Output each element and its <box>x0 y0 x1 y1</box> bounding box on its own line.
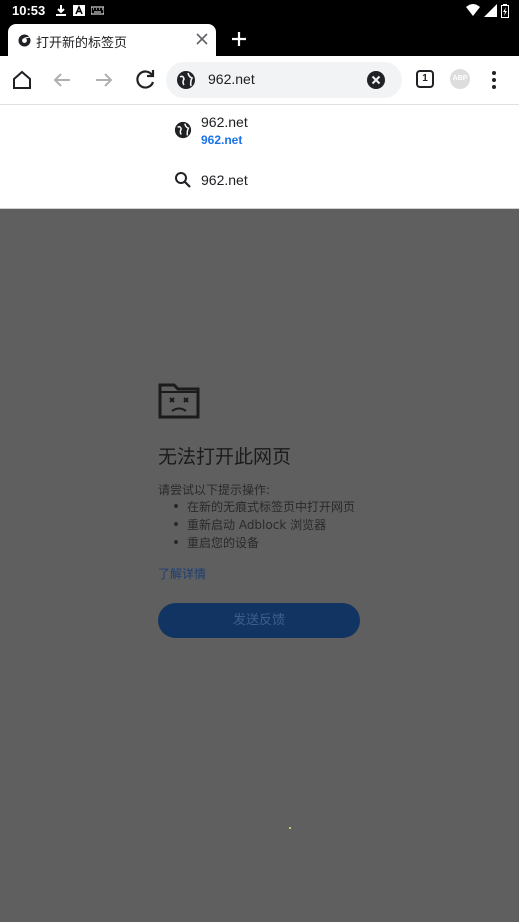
error-page: 无法打开此网页 请尝试以下提示操作: 在新的无痕式标签页中打开网页 重新启动 A… <box>0 209 519 922</box>
a-icon <box>73 5 85 16</box>
error-heading: 无法打开此网页 <box>158 446 292 468</box>
tab-title: 打开新的标签页 <box>36 36 128 51</box>
omnibox-suggestions: 962.net 962.net 962.net <box>0 104 519 209</box>
globe-icon <box>174 121 192 139</box>
back-icon[interactable] <box>50 68 74 92</box>
error-tip: 重启您的设备 <box>172 534 355 552</box>
error-tip: 重新启动 Adblock 浏览器 <box>172 516 355 534</box>
stray-pixel <box>289 827 291 829</box>
more-menu-icon[interactable] <box>486 68 502 92</box>
suggestion-item[interactable]: 962.net 962.net <box>0 105 519 163</box>
close-icon[interactable] <box>196 33 208 45</box>
keyboard-icon <box>91 6 104 15</box>
forward-icon[interactable] <box>92 68 116 92</box>
omnibox[interactable]: 962.net <box>166 62 402 98</box>
tab-current[interactable]: 打开新的标签页 <box>8 24 216 56</box>
status-system-icons <box>466 4 509 18</box>
globe-icon <box>177 71 195 89</box>
signal-icon <box>484 4 497 17</box>
abp-icon[interactable]: ABP <box>450 69 470 89</box>
new-tab-icon[interactable] <box>230 30 248 48</box>
tab-strip: 打开新的标签页 <box>0 22 519 56</box>
error-tip: 在新的无痕式标签页中打开网页 <box>172 498 355 516</box>
status-bar: 10:53 <box>0 0 519 22</box>
status-time: 10:53 <box>12 3 46 18</box>
search-icon <box>175 172 191 188</box>
status-notification-icons <box>55 4 104 17</box>
learn-more-link[interactable]: 了解详情 <box>158 565 206 582</box>
reload-icon[interactable] <box>134 68 158 92</box>
error-suggestion-intro: 请尝试以下提示操作: <box>158 483 271 497</box>
battery-icon <box>501 4 509 18</box>
suggestion-title: 962.net <box>201 114 248 130</box>
send-feedback-button[interactable]: 发送反馈 <box>158 603 360 638</box>
error-tips-list: 在新的无痕式标签页中打开网页 重新启动 Adblock 浏览器 重启您的设备 <box>172 498 355 552</box>
chrome-icon <box>18 34 31 47</box>
wifi-icon <box>466 4 480 16</box>
suggestion-title: 962.net <box>201 172 248 188</box>
download-icon <box>56 5 66 16</box>
tab-switcher-button[interactable]: 1 <box>416 70 434 88</box>
sad-document-icon <box>158 383 200 419</box>
clear-icon[interactable] <box>367 71 385 89</box>
url-text[interactable]: 962.net <box>208 71 255 87</box>
suggestion-item[interactable]: 962.net <box>0 163 519 209</box>
suggestion-url: 962.net <box>201 133 243 147</box>
toolbar: 962.net 1 ABP <box>0 56 519 104</box>
home-icon[interactable] <box>10 68 34 92</box>
